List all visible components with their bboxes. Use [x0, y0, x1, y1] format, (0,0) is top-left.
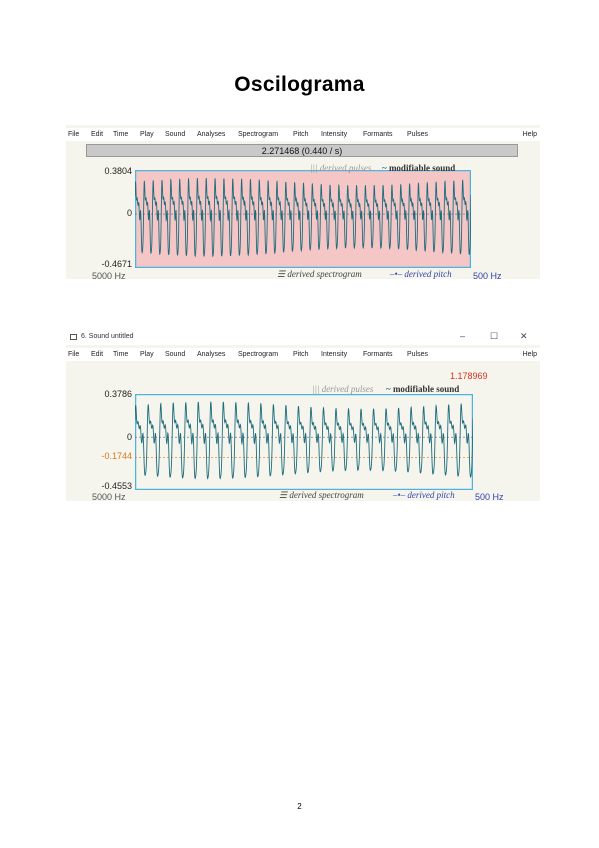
- menu-file[interactable]: File: [68, 351, 79, 358]
- menu-bar: File Edit Time Play Sound Analyses Spect…: [66, 348, 540, 361]
- spectrogram-icon: ☰: [277, 269, 286, 279]
- spectrogram-max-hz: 5000 Hz: [92, 492, 126, 501]
- menu-spectrogram[interactable]: Spectrogram: [238, 131, 278, 138]
- legend-pitch-label: derived pitch: [404, 269, 452, 279]
- legend-derived-pulses: ||| derived pulses: [310, 163, 371, 173]
- waveform-trace: [135, 401, 473, 480]
- legend-derived-spectrogram: ☰ derived spectrogram: [279, 490, 364, 501]
- legend-pitch-label: derived pitch: [407, 490, 455, 500]
- pulse-bars-icon: |||: [312, 384, 320, 394]
- menu-edit[interactable]: Edit: [91, 351, 103, 358]
- menu-pitch[interactable]: Pitch: [293, 131, 309, 138]
- tilde-icon: ~: [386, 384, 391, 394]
- page-title: Oscilograma: [234, 73, 365, 96]
- window-title: 6. Sound untitled: [81, 333, 134, 340]
- praat-sound-editor-window: 6. Sound untitled – ☐ ✕ File Edit Time P…: [66, 330, 540, 501]
- legend-spectrogram-label: derived spectrogram: [289, 490, 364, 500]
- legend-derived-pulses: ||| derived pulses: [312, 384, 373, 394]
- pitch-max-hz: 500 Hz: [475, 492, 504, 501]
- pulse-bars-icon: |||: [310, 163, 318, 173]
- waveform-plot[interactable]: [135, 170, 471, 268]
- menu-pulses[interactable]: Pulses: [407, 351, 428, 358]
- menu-pulses[interactable]: Pulses: [407, 131, 428, 138]
- menu-intensity[interactable]: Intensity: [321, 131, 347, 138]
- window-title-bar: 6. Sound untitled – ☐ ✕: [66, 330, 540, 345]
- spectrogram-max-hz: 5000 Hz: [92, 271, 126, 279]
- legend-modifiable-sound: ~ modifiable sound: [386, 384, 459, 394]
- menu-time[interactable]: Time: [113, 131, 128, 138]
- y-axis-min: -0.4553: [101, 481, 132, 491]
- menu-play[interactable]: Play: [140, 351, 154, 358]
- menu-bar: File Edit Time Play Sound Analyses Spect…: [66, 128, 540, 141]
- legend-modifiable-sound: ~ modifiable sound: [382, 163, 455, 173]
- y-axis-zero: 0: [127, 432, 133, 442]
- menu-intensity[interactable]: Intensity: [321, 351, 347, 358]
- tilde-icon: ~: [382, 163, 387, 173]
- cursor-time-readout: 1.178969: [450, 371, 488, 381]
- legend-derived-pitch: –•– derived pitch: [390, 269, 452, 279]
- menu-help[interactable]: Help: [523, 351, 537, 358]
- menu-sound[interactable]: Sound: [165, 131, 185, 138]
- menu-play[interactable]: Play: [140, 131, 154, 138]
- close-button[interactable]: ✕: [520, 331, 528, 342]
- menu-time[interactable]: Time: [113, 351, 128, 358]
- pitch-line-icon: –•–: [393, 490, 406, 500]
- legend-derived-pitch: –•– derived pitch: [393, 490, 455, 500]
- pitch-max-hz: 500 Hz: [473, 271, 502, 279]
- page-number: 2: [297, 802, 302, 811]
- y-axis-min: -0.4671: [101, 259, 132, 269]
- waveform-plot[interactable]: [135, 394, 473, 490]
- pitch-line-icon: –•–: [390, 269, 403, 279]
- spectrogram-icon: ☰: [279, 490, 288, 500]
- menu-sound[interactable]: Sound: [165, 351, 185, 358]
- menu-spectrogram[interactable]: Spectrogram: [238, 351, 278, 358]
- praat-sound-editor-selection: File Edit Time Play Sound Analyses Spect…: [66, 125, 540, 279]
- menu-edit[interactable]: Edit: [91, 131, 103, 138]
- menu-help[interactable]: Help: [523, 131, 537, 138]
- window-icon: [70, 334, 77, 340]
- maximize-button[interactable]: ☐: [490, 331, 498, 342]
- legend-derived-spectrogram: ☰ derived spectrogram: [277, 269, 362, 279]
- legend-spectrogram-label: derived spectrogram: [287, 269, 362, 279]
- legend-sound-label: modifiable sound: [392, 384, 460, 394]
- y-axis-max: 0.3786: [104, 389, 132, 399]
- minimize-button[interactable]: –: [460, 331, 465, 341]
- legend-pulses-label: derived pulses: [321, 384, 374, 394]
- selection-time-bar[interactable]: 2.271468 (0.440 / s): [86, 144, 518, 157]
- menu-analyses[interactable]: Analyses: [197, 351, 225, 358]
- menu-formants[interactable]: Formants: [363, 351, 393, 358]
- legend-sound-label: modifiable sound: [388, 163, 456, 173]
- y-axis-max: 0.3804: [104, 166, 132, 176]
- menu-file[interactable]: File: [68, 131, 79, 138]
- y-axis-zero: 0: [127, 208, 133, 218]
- legend-pulses-label: derived pulses: [319, 163, 372, 173]
- menu-pitch[interactable]: Pitch: [293, 351, 309, 358]
- menu-analyses[interactable]: Analyses: [197, 131, 225, 138]
- y-axis-cursor-value: -0.1744: [101, 451, 132, 461]
- menu-formants[interactable]: Formants: [363, 131, 393, 138]
